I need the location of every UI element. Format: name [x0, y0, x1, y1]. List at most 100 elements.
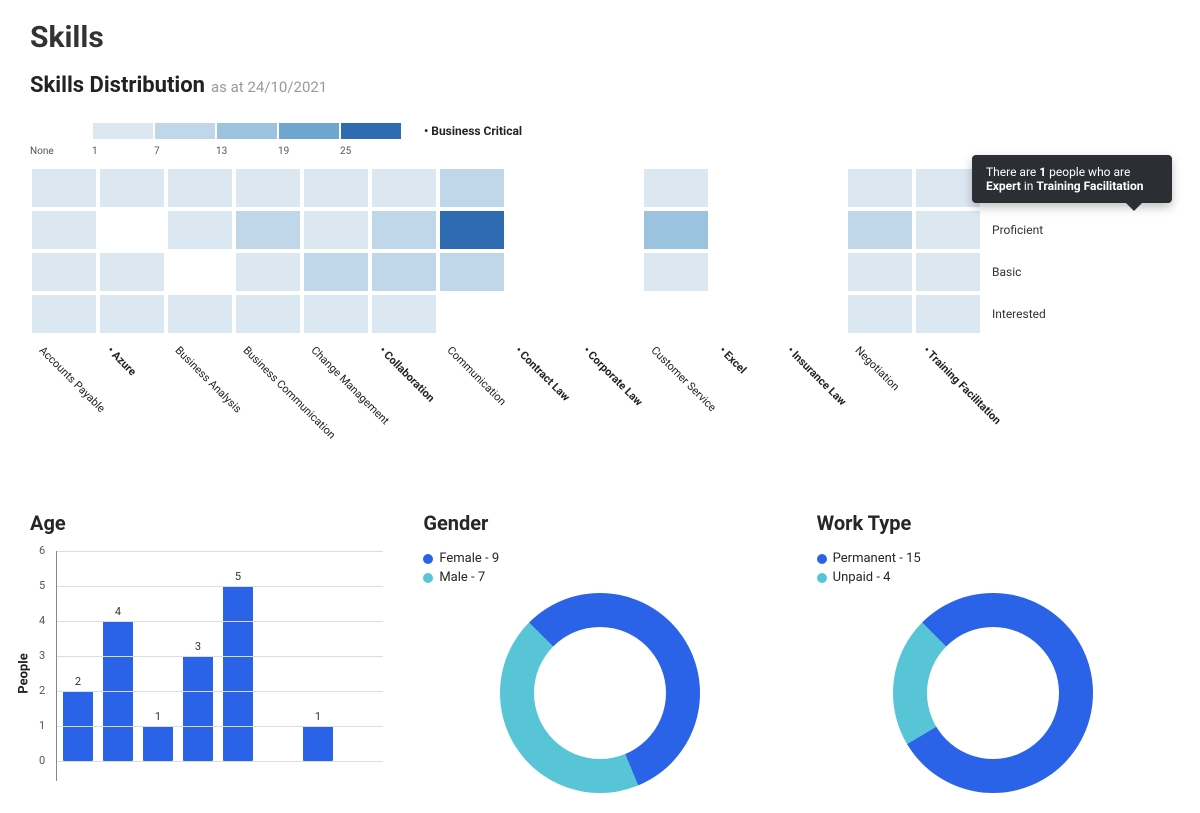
heatmap-cell[interactable] — [642, 251, 710, 293]
heatmap-cell[interactable] — [914, 209, 982, 251]
heatmap-cell[interactable] — [30, 167, 98, 209]
heatmap-cell[interactable] — [642, 167, 710, 209]
heatmap-cell[interactable] — [234, 251, 302, 293]
age-bar[interactable]: 1 — [143, 726, 173, 761]
heatmap-chart: There are 1 people who are Expert in Tra… — [30, 167, 1170, 461]
legend-scale-label: None — [30, 146, 92, 157]
legend-swatch — [340, 122, 402, 140]
heatmap-cell[interactable] — [166, 209, 234, 251]
heatmap-cell[interactable] — [30, 251, 98, 293]
heatmap-cell[interactable] — [166, 167, 234, 209]
worktype-chart: Work Type Permanent - 15 Unpaid - 4 — [817, 511, 1170, 793]
heatmap-cell[interactable] — [30, 293, 98, 335]
heatmap-cell[interactable] — [98, 293, 166, 335]
heatmap-cell[interactable] — [574, 293, 642, 335]
heatmap-cell[interactable] — [710, 167, 778, 209]
heatmap-cell[interactable] — [438, 293, 506, 335]
heatmap-cell[interactable] — [710, 209, 778, 251]
heatmap-cell[interactable] — [506, 251, 574, 293]
business-critical-legend: Business Critical — [424, 124, 522, 138]
worktype-donut[interactable] — [893, 593, 1093, 793]
heatmap-cell[interactable] — [914, 251, 982, 293]
donut-legend-label: Permanent - 15 — [833, 551, 921, 566]
heatmap-cell[interactable] — [370, 167, 438, 209]
heatmap-cell[interactable] — [234, 209, 302, 251]
gender-chart: Gender Female - 9 Male - 7 — [423, 511, 776, 793]
heatmap-cell[interactable] — [370, 209, 438, 251]
bar-value-label: 1 — [315, 710, 321, 723]
heatmap-cell[interactable] — [98, 209, 166, 251]
heatmap-cell[interactable] — [710, 251, 778, 293]
heatmap-cell[interactable] — [846, 167, 914, 209]
heatmap-cell[interactable] — [302, 167, 370, 209]
legend-scale-label: 25 — [340, 146, 402, 157]
heatmap-cell[interactable] — [574, 251, 642, 293]
heatmap-cell[interactable] — [778, 251, 846, 293]
bar-gridline: 0 — [57, 761, 383, 762]
age-chart: Age People 241351 0123456 — [30, 511, 383, 793]
heatmap-cell[interactable] — [506, 293, 574, 335]
heatmap-ylabel: Proficient — [988, 209, 1046, 251]
heatmap-cell[interactable] — [846, 209, 914, 251]
heatmap-cell[interactable] — [846, 293, 914, 335]
legend-scale-label: 1 — [92, 146, 154, 157]
heatmap-cell[interactable] — [506, 167, 574, 209]
age-title: Age — [30, 511, 383, 535]
heatmap-cell[interactable] — [438, 167, 506, 209]
bar-gridline: 1 — [57, 726, 383, 727]
heatmap-cell[interactable] — [914, 293, 982, 335]
bar-value-label: 3 — [195, 640, 201, 653]
heatmap-cell[interactable] — [778, 293, 846, 335]
heatmap-cell[interactable] — [166, 293, 234, 335]
page-title: Skills — [30, 20, 1170, 55]
bar-ytick: 6 — [39, 544, 45, 557]
legend-swatch — [216, 122, 278, 140]
legend-dot-icon — [423, 554, 433, 564]
heatmap-cell[interactable] — [370, 251, 438, 293]
heatmap-cell[interactable] — [302, 251, 370, 293]
age-bar[interactable]: 5 — [223, 586, 253, 761]
distribution-title: Skills Distribution — [30, 73, 205, 98]
heatmap-cell[interactable] — [574, 167, 642, 209]
donut-legend-label: Male - 7 — [439, 570, 485, 585]
heatmap-cell[interactable] — [98, 167, 166, 209]
heatmap-cell[interactable] — [234, 167, 302, 209]
legend-scale-label: 7 — [154, 146, 216, 157]
gender-donut[interactable] — [500, 593, 700, 793]
age-yaxis-label: People — [17, 653, 32, 693]
bar-value-label: 5 — [235, 570, 241, 583]
worktype-title: Work Type — [817, 511, 1170, 535]
bar-ytick: 0 — [39, 754, 45, 767]
heatmap-cell[interactable] — [166, 251, 234, 293]
legend-dot-icon — [817, 554, 827, 564]
age-bar[interactable]: 3 — [183, 656, 213, 761]
heatmap-cell[interactable] — [506, 209, 574, 251]
distribution-header: Skills Distribution as at 24/10/2021 — [30, 73, 1170, 98]
heatmap-cell[interactable] — [710, 293, 778, 335]
heatmap-cell[interactable] — [98, 251, 166, 293]
legend-scale-label: 19 — [278, 146, 340, 157]
donut-legend-item[interactable]: Permanent - 15 — [817, 551, 1170, 566]
age-bar[interactable]: 1 — [303, 726, 333, 761]
heatmap-cell[interactable] — [30, 209, 98, 251]
legend-dot-icon — [817, 573, 827, 583]
heatmap-ylabel: Interested — [988, 293, 1046, 335]
heatmap-cell[interactable] — [370, 293, 438, 335]
heatmap-cell[interactable] — [438, 251, 506, 293]
charts-row: Age People 241351 0123456 Gender Female … — [30, 511, 1170, 793]
heatmap-cell[interactable] — [778, 209, 846, 251]
donut-legend-item[interactable]: Female - 9 — [423, 551, 776, 566]
heatmap-cell[interactable] — [302, 293, 370, 335]
bar-ytick: 5 — [39, 579, 45, 592]
heatmap-cell[interactable] — [234, 293, 302, 335]
heatmap-cell[interactable] — [574, 209, 642, 251]
gender-title: Gender — [423, 511, 776, 535]
heatmap-cell[interactable] — [846, 251, 914, 293]
donut-legend-item[interactable]: Unpaid - 4 — [817, 570, 1170, 585]
heatmap-cell[interactable] — [438, 209, 506, 251]
heatmap-cell[interactable] — [302, 209, 370, 251]
heatmap-cell[interactable] — [642, 209, 710, 251]
heatmap-cell[interactable] — [778, 167, 846, 209]
donut-legend-item[interactable]: Male - 7 — [423, 570, 776, 585]
heatmap-cell[interactable] — [642, 293, 710, 335]
